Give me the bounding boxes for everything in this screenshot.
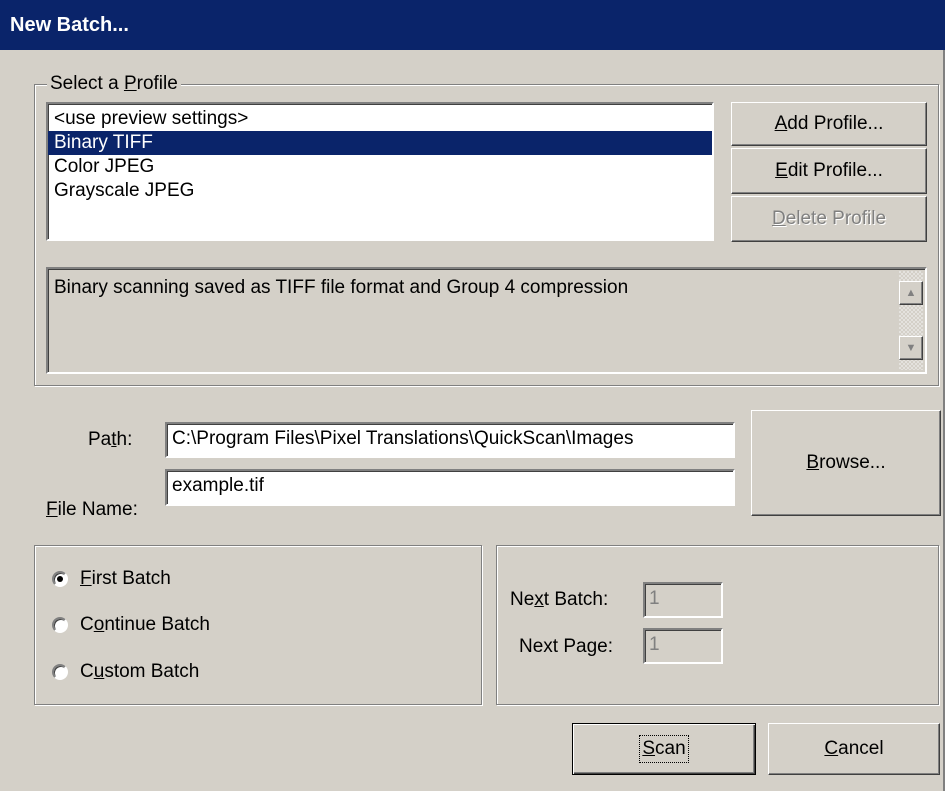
next-page-label: Next Page: — [519, 636, 613, 657]
first-batch-radio[interactable]: First Batch — [52, 568, 171, 590]
cancel-button[interactable]: Cancel — [768, 723, 940, 775]
description-scrollbar[interactable]: ▲ ▼ — [899, 271, 923, 370]
radio-unchecked-icon — [52, 664, 68, 680]
profile-group-legend: Select a Profile — [47, 73, 181, 95]
radio-unchecked-icon — [52, 617, 68, 633]
next-batch-input: 1 — [643, 582, 723, 618]
browse-button[interactable]: Browse... — [751, 410, 941, 516]
profile-item-preview[interactable]: <use preview settings> — [48, 107, 712, 131]
edit-profile-button[interactable]: Edit Profile... — [731, 148, 927, 194]
continue-batch-radio[interactable]: Continue Batch — [52, 614, 210, 636]
add-profile-button[interactable]: Add Profile... — [731, 102, 927, 146]
file-name-label: File Name: — [46, 499, 138, 520]
next-page-input: 1 — [643, 628, 723, 664]
continue-batch-label: Continue Batch — [80, 614, 210, 635]
title-bar[interactable]: New Batch... — [0, 0, 945, 50]
scan-button[interactable]: Scan — [572, 723, 756, 775]
scroll-down-icon[interactable]: ▼ — [899, 336, 923, 360]
radio-checked-icon — [52, 571, 68, 587]
path-label: Path: — [88, 429, 133, 450]
file-name-input[interactable]: example.tif — [165, 469, 735, 506]
delete-profile-button[interactable]: Delete Profile — [731, 196, 927, 242]
profile-description: Binary scanning saved as TIFF file forma… — [54, 277, 629, 298]
custom-batch-label: Custom Batch — [80, 661, 200, 682]
new-batch-dialog: New Batch... Select a Profile <use previ… — [0, 0, 945, 791]
custom-batch-radio[interactable]: Custom Batch — [52, 661, 199, 683]
profile-item-binary-tiff[interactable]: Binary TIFF — [48, 131, 712, 155]
path-input[interactable]: C:\Program Files\Pixel Translations\Quic… — [165, 422, 735, 458]
first-batch-label: First Batch — [80, 568, 171, 589]
profile-listbox[interactable]: <use preview settings> Binary TIFF Color… — [46, 102, 714, 241]
profile-description-box: Binary scanning saved as TIFF file forma… — [46, 267, 927, 374]
scroll-up-icon[interactable]: ▲ — [899, 281, 923, 305]
profile-item-grayscale-jpeg[interactable]: Grayscale JPEG — [48, 179, 712, 203]
next-values-group — [496, 545, 939, 705]
next-batch-label: Next Batch: — [510, 589, 609, 610]
profile-item-color-jpeg[interactable]: Color JPEG — [48, 155, 712, 179]
window-title: New Batch... — [10, 13, 129, 36]
